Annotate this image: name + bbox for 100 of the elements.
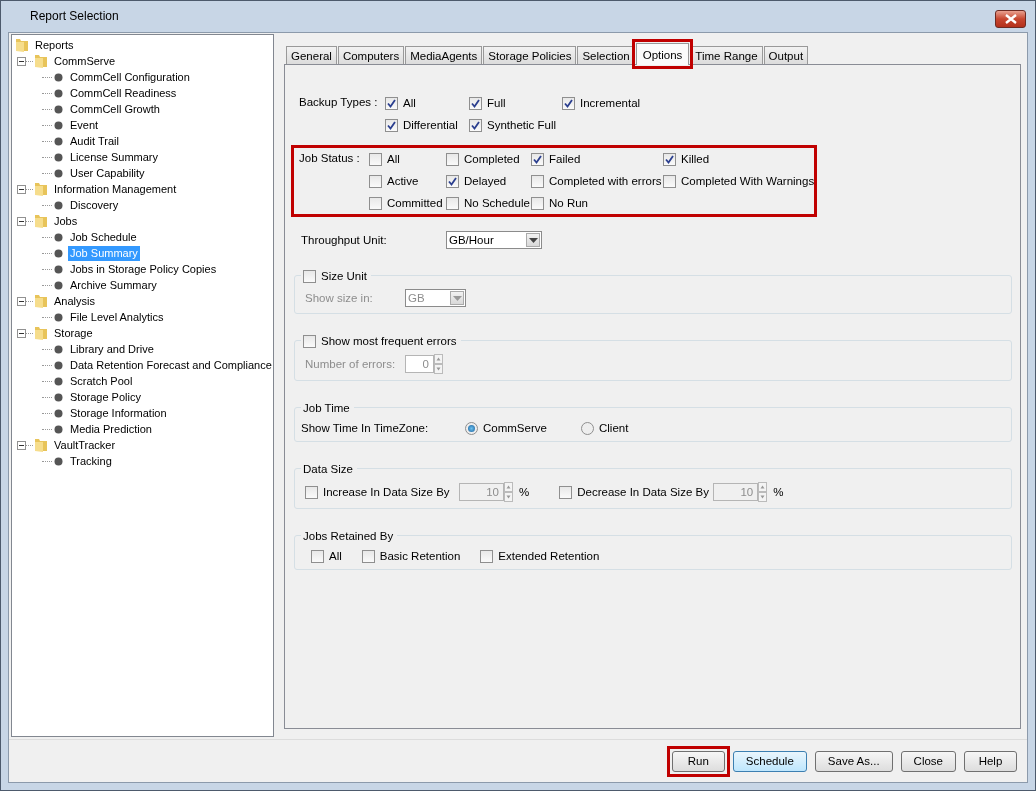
field-label: Throughput Unit: <box>301 234 388 246</box>
collapse-icon[interactable] <box>17 440 26 450</box>
tree-item[interactable]: Reports <box>33 37 76 53</box>
checkbox-label: Completed <box>464 153 520 165</box>
tree-item[interactable]: CommCell Readiness <box>68 85 179 101</box>
tree-item[interactable]: CommCell Configuration <box>68 69 192 85</box>
dialog-button[interactable]: Close <box>900 750 956 772</box>
tree-item[interactable]: Library and Drive <box>68 341 156 357</box>
checkbox[interactable] <box>663 152 676 166</box>
spinner-icon <box>434 354 443 374</box>
collapse-icon[interactable] <box>17 328 26 338</box>
tree-item[interactable]: Information Management <box>52 181 179 197</box>
checkbox-label: All <box>403 97 416 109</box>
bullet-icon <box>54 280 63 290</box>
dialog-button[interactable]: Save As... <box>814 750 893 772</box>
tree-item[interactable]: License Summary <box>68 149 161 165</box>
radio-button[interactable] <box>581 421 594 435</box>
checkbox[interactable] <box>385 96 398 110</box>
bullet-icon <box>54 88 63 98</box>
bullet-icon <box>54 360 63 370</box>
tree-item[interactable]: Discovery <box>68 197 121 213</box>
collapse-icon[interactable] <box>17 216 26 226</box>
checkbox-label: Size Unit <box>321 270 368 282</box>
tab[interactable]: Selection <box>577 46 635 64</box>
field-label: Job Status : <box>299 152 361 164</box>
checkbox[interactable] <box>385 118 398 132</box>
tree-item[interactable]: Jobs <box>52 213 80 229</box>
radio-button[interactable] <box>465 421 478 435</box>
checkbox[interactable] <box>469 118 482 132</box>
tree-item[interactable]: Tracking <box>68 453 114 469</box>
tree-item[interactable]: Job Schedule <box>68 229 139 245</box>
checkbox[interactable] <box>559 485 573 499</box>
bullet-icon <box>54 344 63 354</box>
tab[interactable]: Computers <box>337 46 405 64</box>
checkbox[interactable] <box>480 549 494 563</box>
tab[interactable]: General <box>286 46 337 64</box>
dialog-button[interactable]: Help <box>964 750 1017 772</box>
checkbox-label: Full <box>487 97 506 109</box>
checkbox[interactable] <box>531 152 544 166</box>
folder-icon <box>14 37 30 53</box>
checkbox[interactable] <box>303 269 316 283</box>
field-label: Show Time In TimeZone: <box>301 422 430 434</box>
checkbox[interactable] <box>361 549 375 563</box>
close-button[interactable] <box>995 10 1026 28</box>
checkbox[interactable] <box>369 152 382 166</box>
tab[interactable]: Time Range <box>690 46 763 64</box>
tree-item[interactable]: Storage Information <box>68 405 169 421</box>
tab[interactable]: MediaAgents <box>405 46 483 64</box>
checkbox[interactable] <box>446 152 459 166</box>
tab[interactable]: Storage Policies <box>483 46 577 64</box>
tree-item[interactable]: Scratch Pool <box>68 373 135 389</box>
tree-item[interactable]: Event <box>68 117 101 133</box>
folder-icon <box>33 325 49 341</box>
checkbox[interactable] <box>369 196 382 210</box>
tree-item[interactable]: File Level Analytics <box>68 309 166 325</box>
field-label: Number of errors: <box>305 358 397 370</box>
collapse-icon[interactable] <box>17 296 26 306</box>
bullet-icon <box>54 456 63 466</box>
tree-item[interactable]: CommServe <box>52 53 118 69</box>
folder-icon <box>33 213 49 229</box>
checkbox[interactable] <box>531 196 544 210</box>
checkbox-label: Extended Retention <box>498 550 600 562</box>
tree-item[interactable]: VaultTracker <box>52 437 118 453</box>
group-title: Jobs Retained By <box>303 530 394 542</box>
throughput-dropdown[interactable]: GB/Hour <box>446 231 542 249</box>
checkbox-label: Delayed <box>464 175 507 187</box>
dialog-button[interactable]: Run <box>671 750 725 772</box>
tree-item[interactable]: Analysis <box>52 293 97 309</box>
tree-item[interactable]: Media Prediction <box>68 421 154 437</box>
tree-item[interactable]: CommCell Growth <box>68 101 162 117</box>
checkbox-label: Incremental <box>580 97 641 109</box>
checkbox-label: Completed With Warnings <box>681 175 815 187</box>
dialog-button[interactable]: Schedule <box>732 750 807 772</box>
checkbox[interactable] <box>311 549 324 563</box>
checkbox[interactable] <box>369 174 382 188</box>
checkbox[interactable] <box>303 334 316 348</box>
tree-item[interactable]: Data Retention Forecast and Compliance <box>68 357 274 373</box>
tree-item[interactable]: Audit Trail <box>68 133 121 149</box>
bullet-icon <box>54 200 63 210</box>
tab[interactable]: Output <box>763 46 809 64</box>
checkbox[interactable] <box>446 174 459 188</box>
tree-item[interactable]: Archive Summary <box>68 277 159 293</box>
tree-item[interactable]: Storage Policy <box>68 389 143 405</box>
checkbox[interactable] <box>305 485 318 499</box>
collapse-icon[interactable] <box>17 184 26 194</box>
collapse-icon[interactable] <box>17 56 26 66</box>
checkbox-label: No Run <box>549 197 588 209</box>
checkbox[interactable] <box>446 196 459 210</box>
checkbox-label: Show most frequent errors <box>321 335 457 347</box>
tree-item[interactable]: Jobs in Storage Policy Copies <box>68 261 219 277</box>
checkbox[interactable] <box>663 174 676 188</box>
checkbox[interactable] <box>469 96 482 110</box>
bullet-icon <box>54 312 63 322</box>
checkbox[interactable] <box>531 174 544 188</box>
tree-item[interactable]: Storage <box>52 325 95 341</box>
spinner-icon <box>504 482 513 502</box>
bullet-icon <box>54 376 63 386</box>
tree-item[interactable]: User Capability <box>68 165 147 181</box>
field-label: Show size in: <box>305 292 374 304</box>
checkbox[interactable] <box>562 96 575 110</box>
